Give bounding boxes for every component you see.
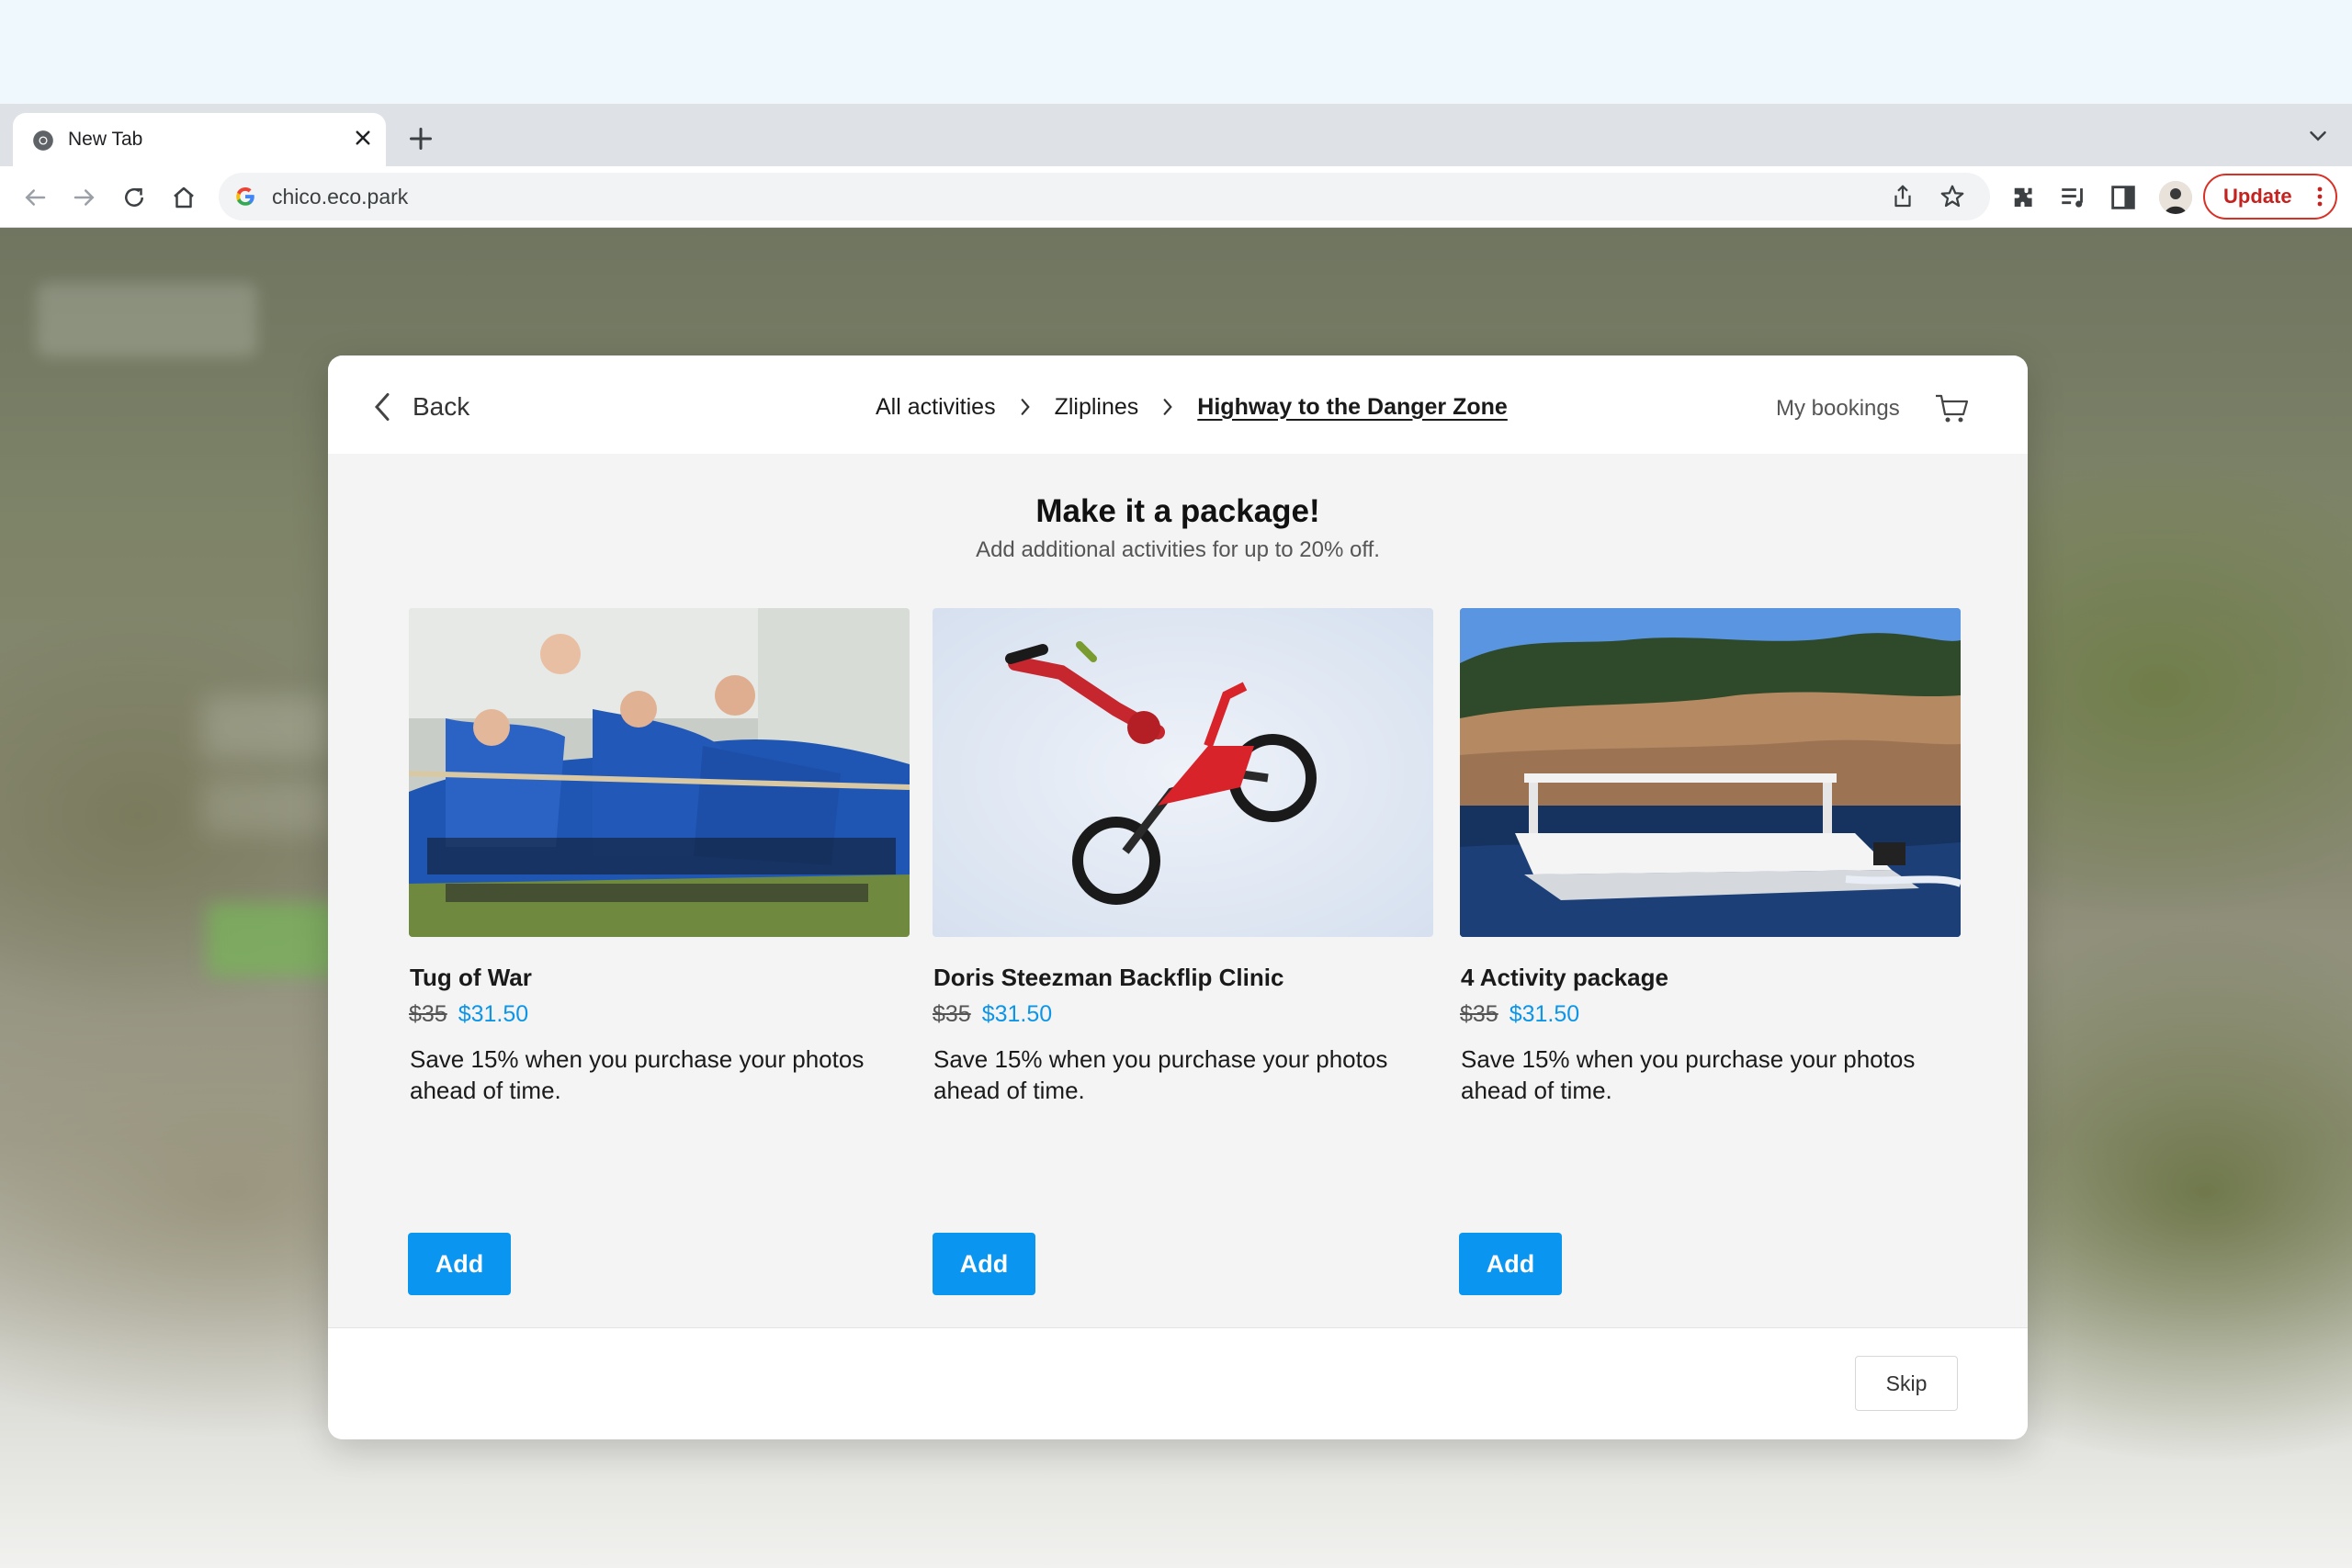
chevron-right-icon: [1163, 399, 1173, 415]
card-description: Save 15% when you purchase your photos a…: [1461, 1045, 1916, 1104]
chevron-down-icon[interactable]: [2304, 122, 2332, 150]
tug-of-war-image: [409, 608, 910, 937]
update-label: Update: [2223, 185, 2292, 208]
modal-subtitle: Add additional activities for up to 20% …: [976, 537, 1380, 562]
back-arrow-icon[interactable]: [17, 179, 53, 216]
tab-strip: New Tab: [0, 104, 2352, 166]
media-control-icon[interactable]: [2058, 182, 2089, 213]
close-icon[interactable]: [349, 124, 377, 152]
blurred-heading-line: [202, 779, 331, 834]
card-description: Save 15% when you purchase your photos a…: [410, 1045, 865, 1104]
original-price: $35: [933, 1001, 971, 1027]
breadcrumb-current[interactable]: Highway to the Danger Zone: [1197, 394, 1508, 421]
add-backflip-clinic-button[interactable]: Add: [933, 1233, 1035, 1295]
activity-card: 4 Activity package $35 $31.50 Save 15% wh…: [1460, 608, 1961, 1104]
breadcrumb-all-activities[interactable]: All activities: [876, 394, 996, 421]
browser-toolbar: chico.eco.park Update: [0, 166, 2352, 228]
profile-avatar[interactable]: [2159, 181, 2192, 214]
more-vert-icon: [2317, 186, 2323, 207]
my-bookings-link[interactable]: My bookings: [1776, 396, 1900, 422]
back-label: Back: [413, 392, 470, 421]
modal-footer: Skip: [328, 1327, 2028, 1439]
price-row: $35 $31.50: [409, 1001, 528, 1028]
blurred-logo: [37, 283, 257, 356]
reload-icon[interactable]: [116, 179, 153, 216]
discounted-price: $31.50: [981, 1001, 1053, 1027]
forward-arrow-icon[interactable]: [66, 179, 103, 216]
modal-title: Make it a package!: [1035, 493, 1320, 529]
discounted-price: $31.50: [1509, 1001, 1580, 1027]
card-title: 4 Activity package: [1461, 964, 1668, 991]
breadcrumb: All activities Zliplines Highway to the …: [876, 392, 1508, 422]
activity-card: Doris Steezman Backflip Clinic $35 $31.50…: [933, 608, 1433, 1104]
pontoon-boat-image: [1460, 608, 1961, 937]
activity-card: Tug of War $35 $31.50 Save 15% when you p…: [409, 608, 910, 1104]
add-activity-package-button[interactable]: Add: [1459, 1233, 1562, 1295]
modal-header: Back All activities Zliplines Highway to…: [328, 355, 2028, 454]
extensions-icon[interactable]: [2008, 182, 2040, 213]
new-tab-icon[interactable]: [404, 122, 437, 155]
home-icon[interactable]: [165, 179, 202, 216]
blurred-heading: [202, 696, 331, 761]
original-price: $35: [1460, 1001, 1498, 1027]
card-title: Tug of War: [410, 964, 532, 991]
google-icon: [236, 187, 254, 206]
top-band: [0, 0, 2352, 104]
price-row: $35 $31.50: [933, 1001, 1052, 1028]
tab-title: New Tab: [68, 129, 143, 150]
chevron-left-icon: [374, 393, 390, 421]
package-modal: Back All activities Zliplines Highway to…: [328, 355, 2028, 1439]
address-bar[interactable]: chico.eco.park: [219, 173, 1990, 220]
original-price: $35: [409, 1001, 447, 1027]
card-description: Save 15% when you purchase your photos a…: [933, 1045, 1388, 1104]
tab-new-tab[interactable]: New Tab: [13, 113, 386, 166]
back-button[interactable]: Back: [372, 389, 469, 425]
update-button[interactable]: Update: [2203, 174, 2337, 220]
discounted-price: $31.50: [458, 1001, 529, 1027]
chrome-icon: [33, 130, 53, 151]
price-row: $35 $31.50: [1460, 1001, 1579, 1028]
share-icon[interactable]: [1889, 183, 1917, 210]
add-tug-of-war-button[interactable]: Add: [408, 1233, 511, 1295]
side-panel-icon[interactable]: [2108, 182, 2139, 213]
chevron-right-icon: [1021, 399, 1030, 415]
breadcrumb-ziplines[interactable]: Zliplines: [1055, 394, 1139, 421]
motocross-backflip-image: [933, 608, 1433, 937]
cart-icon[interactable]: [1934, 392, 1971, 425]
url-text: chico.eco.park: [272, 185, 409, 209]
skip-button[interactable]: Skip: [1855, 1356, 1958, 1411]
star-icon[interactable]: [1939, 183, 1966, 210]
card-title: Doris Steezman Backflip Clinic: [933, 964, 1284, 991]
